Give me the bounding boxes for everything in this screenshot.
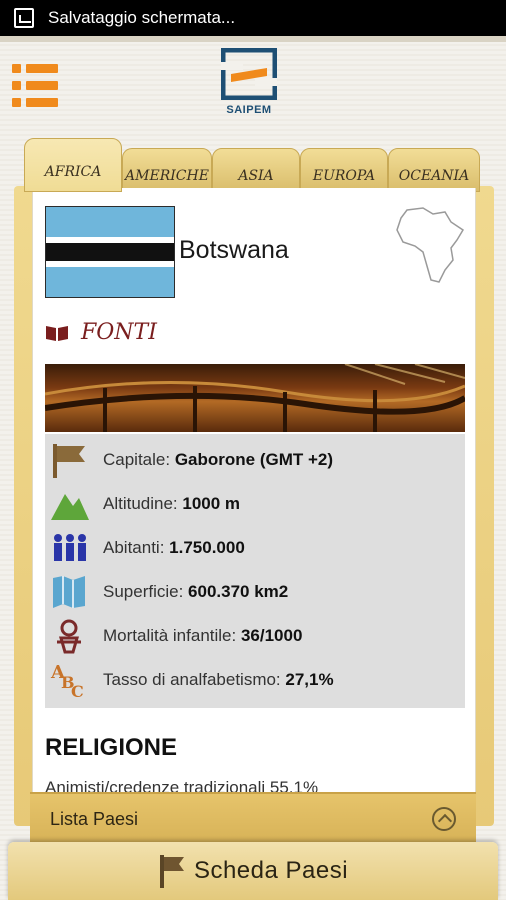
map-icon: [53, 576, 85, 608]
status-notification: Salvataggio schermata...: [48, 8, 236, 27]
fact-value: 36/1000: [240, 626, 303, 645]
screenshot-icon: [14, 8, 34, 28]
flag-icon: [53, 444, 85, 478]
tab-americhe[interactable]: AMERICHE: [122, 148, 212, 192]
bridge-photo-image: [45, 364, 465, 432]
country-card: Botswana FONTI Capitale: Gaborone (GMT +…: [32, 188, 476, 808]
fact-row-population: Abitanti: 1.750.000: [45, 526, 465, 570]
fact-value: 1.750.000: [169, 538, 245, 557]
fact-label: Tasso di analfabetismo:: [103, 670, 286, 689]
people-icon: [54, 534, 86, 561]
fact-row-infant-mortality: Mortalità infantile: 36/1000: [45, 614, 465, 658]
status-bar: Salvataggio schermata...: [0, 0, 506, 36]
continent-tabs: AFRICA AMERICHE ASIA EUROPA OCEANIA: [24, 138, 484, 192]
fact-value: 27,1%: [285, 670, 334, 689]
fact-value: Gaborone (GMT +2): [174, 450, 334, 469]
country-list-label: Lista Paesi: [50, 808, 139, 829]
fact-value: 600.370 km2: [188, 582, 289, 601]
facts-panel: Capitale: Gaborone (GMT +2) Altitudine: …: [45, 434, 465, 708]
country-photo: [45, 364, 465, 432]
religion-title: RELIGIONE: [45, 734, 178, 761]
baby-icon: [57, 619, 81, 654]
sources-link[interactable]: FONTI: [45, 320, 157, 345]
fact-label: Superficie:: [103, 582, 189, 601]
fact-label: Altitudine:: [103, 494, 183, 513]
country-list-bar[interactable]: Lista Paesi: [30, 792, 476, 844]
sources-label: FONTI: [81, 320, 157, 345]
fact-label: Abitanti:: [103, 538, 170, 557]
svg-text:C: C: [71, 682, 84, 698]
tab-asia[interactable]: ASIA: [212, 148, 300, 192]
fact-value: 1000 m: [182, 494, 241, 513]
header-edge: [0, 36, 506, 42]
fact-label: Capitale:: [103, 450, 175, 469]
africa-outline-icon: [396, 207, 465, 283]
country-sheet-label: Scheda Paesi: [193, 857, 349, 884]
saipem-logo: SAIPEM: [218, 48, 280, 120]
hamburger-menu-icon[interactable]: [12, 64, 58, 108]
fact-row-capital: Capitale: Gaborone (GMT +2): [45, 438, 465, 482]
tab-oceania[interactable]: OCEANIA: [388, 148, 480, 192]
chevron-up-icon[interactable]: [432, 807, 456, 831]
fact-row-area: Superficie: 600.370 km2: [45, 570, 465, 614]
country-sheet-button[interactable]: Scheda Paesi: [8, 842, 498, 900]
saipem-logo-icon: [221, 48, 277, 100]
fact-row-altitude: Altitudine: 1000 m: [45, 482, 465, 526]
mountain-icon: [51, 494, 89, 520]
book-icon: [46, 325, 68, 341]
country-flag: [45, 206, 175, 298]
country-name: Botswana: [179, 236, 289, 264]
logo-text: SAIPEM: [226, 104, 272, 116]
tab-africa[interactable]: AFRICA: [24, 138, 122, 192]
fact-label: Mortalità infantile:: [103, 626, 241, 645]
flag-icon: [159, 855, 184, 888]
fact-row-illiteracy: A B C Tasso di analfabetismo: 27,1%: [45, 658, 465, 702]
abc-icon: A B C: [50, 662, 84, 698]
tab-europa[interactable]: EUROPA: [300, 148, 388, 192]
